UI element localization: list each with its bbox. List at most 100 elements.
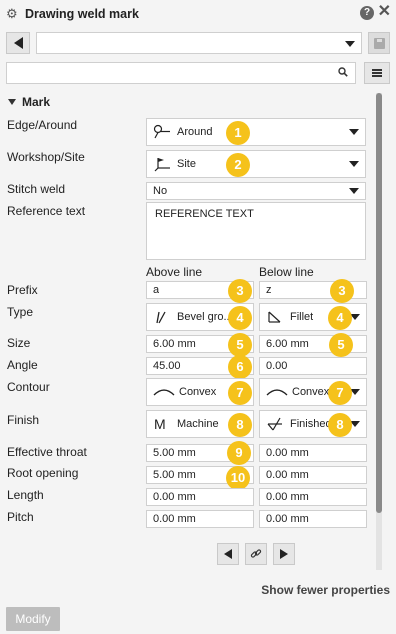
column-header-below-line: Below line (259, 265, 314, 279)
size-below-value: 6.00 mm (266, 338, 309, 350)
callout-badge-2: 2 (226, 153, 250, 177)
callout-badge-9: 9 (227, 441, 251, 465)
effective-throat-below-value: 0.00 mm (266, 447, 309, 459)
collapse-panel-button[interactable] (6, 32, 30, 54)
label-prefix: Prefix (7, 283, 38, 297)
next-button[interactable] (273, 543, 295, 565)
menu-button[interactable] (364, 62, 390, 84)
machine-finish-icon: M (154, 416, 166, 432)
callout-badge-10: 10 (226, 466, 250, 490)
scrollbar[interactable] (376, 93, 382, 570)
label-reference-text: Reference text (7, 204, 86, 218)
chevron-down-icon (345, 41, 355, 47)
label-stitch-weld: Stitch weld (7, 182, 66, 196)
menu-icon (372, 69, 382, 77)
convex-contour-icon (266, 389, 288, 396)
angle-below-value: 0.00 (266, 360, 288, 372)
arrow-left-icon (224, 549, 232, 559)
save-icon (373, 37, 385, 49)
length-above-value: 0.00 mm (153, 491, 196, 503)
chevron-down-icon (349, 188, 359, 194)
svg-text:M: M (154, 416, 166, 432)
prefix-above-value: a (153, 284, 160, 296)
pitch-above-input[interactable]: 0.00 mm (146, 510, 254, 528)
label-length: Length (7, 488, 44, 502)
callout-badge-7: 7 (228, 381, 252, 405)
gear-icon: ⚙ (6, 5, 18, 21)
site-flag-icon (154, 158, 170, 172)
stitch-weld-select[interactable]: No (146, 182, 366, 200)
label-workshop-site: Workshop/Site (7, 150, 85, 164)
settings-preset-select[interactable] (36, 32, 362, 54)
root-opening-below-input[interactable]: 0.00 mm (259, 466, 367, 484)
length-below-input[interactable]: 0.00 mm (259, 488, 367, 506)
callout-badge-4: 4 (328, 306, 352, 330)
label-effective-throat: Effective throat (7, 445, 87, 459)
search-icon (338, 67, 348, 77)
chevron-down-icon (349, 129, 359, 135)
effective-throat-above-value: 5.00 mm (153, 447, 196, 459)
stitch-weld-value: No (153, 185, 168, 197)
fillet-icon (268, 311, 281, 323)
workshop-site-value: Site (177, 158, 196, 170)
label-type: Type (7, 305, 34, 319)
edge-around-select[interactable]: Around (146, 118, 366, 146)
callout-badge-6: 6 (228, 355, 252, 379)
scrollbar-thumb[interactable] (376, 93, 382, 513)
callout-badge-1: 1 (226, 121, 250, 145)
show-fewer-properties-link[interactable]: Show fewer properties (261, 583, 390, 597)
type-below-value: Fillet (290, 311, 314, 323)
length-below-value: 0.00 mm (266, 491, 309, 503)
section-header-mark[interactable]: Mark (8, 95, 50, 109)
callout-badge-8: 8 (228, 413, 252, 437)
angle-above-value: 45.00 (153, 360, 181, 372)
label-pitch: Pitch (7, 510, 34, 524)
help-icon[interactable]: ? (360, 6, 374, 20)
close-icon[interactable]: ✕ (378, 4, 391, 20)
label-root-opening: Root opening (7, 466, 79, 480)
reference-text-value: REFERENCE TEXT (155, 208, 254, 220)
callout-badge-3: 3 (228, 279, 252, 303)
callout-badge-8: 8 (328, 413, 352, 437)
size-above-value: 6.00 mm (153, 338, 196, 350)
modify-button[interactable]: Modify (6, 607, 60, 631)
callout-badge-5: 5 (228, 333, 252, 357)
pitch-above-value: 0.00 mm (153, 513, 196, 525)
callout-badge-3: 3 (330, 279, 354, 303)
title-bar: ⚙ Drawing weld mark ? ✕ (0, 0, 396, 27)
save-button[interactable] (368, 32, 390, 54)
angle-below-input[interactable]: 0.00 (259, 357, 367, 375)
pitch-below-input[interactable]: 0.00 mm (259, 510, 367, 528)
label-finish: Finish (7, 413, 40, 427)
column-header-above-line: Above line (146, 265, 203, 279)
collapse-triangle-icon (8, 99, 16, 105)
chevron-down-icon (349, 161, 359, 167)
around-weld-icon (153, 124, 170, 139)
search-input[interactable] (6, 62, 356, 84)
length-above-input[interactable]: 0.00 mm (146, 488, 254, 506)
root-opening-below-value: 0.00 mm (266, 469, 309, 481)
label-contour: Contour (7, 380, 50, 394)
prefix-below-value: z (266, 284, 272, 296)
section-title: Mark (22, 95, 51, 109)
callout-badge-5: 5 (329, 333, 353, 357)
effective-throat-below-input[interactable]: 0.00 mm (259, 444, 367, 462)
bevel-groove-icon (156, 311, 166, 324)
arrow-left-icon (13, 37, 23, 49)
link-icon (250, 549, 262, 558)
previous-button[interactable] (217, 543, 239, 565)
reference-text-area[interactable]: REFERENCE TEXT (146, 202, 366, 260)
finish-below-value: Finished (290, 418, 332, 430)
contour-above-value: Convex (179, 386, 217, 398)
label-angle: Angle (7, 358, 38, 372)
pitch-below-value: 0.00 mm (266, 513, 309, 525)
finish-above-value: Machine (177, 418, 219, 430)
link-toggle-button[interactable] (245, 543, 267, 565)
type-above-value: Bevel gro... (177, 311, 233, 323)
callout-badge-7: 7 (328, 381, 352, 405)
window-title: Drawing weld mark (25, 6, 139, 21)
root-opening-above-value: 5.00 mm (153, 469, 196, 481)
convex-contour-icon (153, 389, 175, 396)
edge-around-value: Around (177, 126, 213, 138)
workshop-site-select[interactable]: Site (146, 150, 366, 178)
